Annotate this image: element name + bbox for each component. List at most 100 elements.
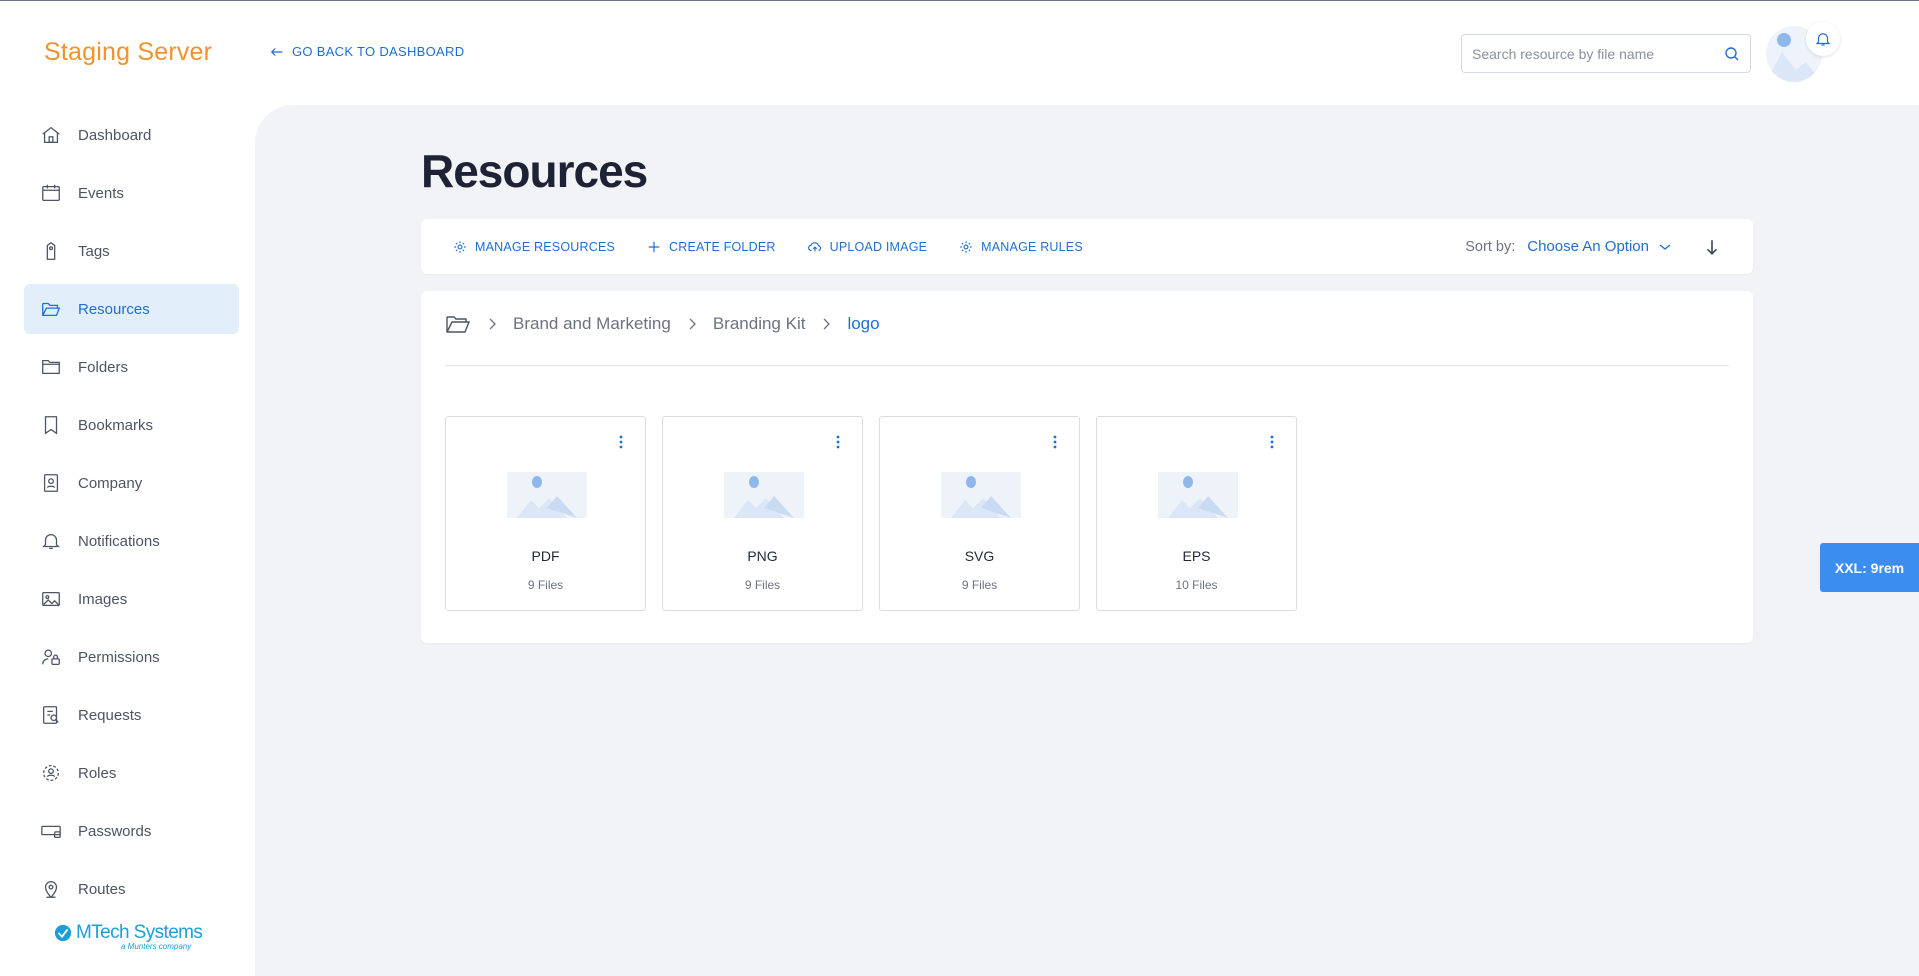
- search-icon[interactable]: [1724, 46, 1740, 62]
- page-title: Resources: [421, 145, 648, 197]
- more-vertical-icon[interactable]: [615, 433, 627, 451]
- chevron-right-icon: [689, 318, 696, 330]
- sidebar-item-passwords[interactable]: Passwords: [24, 806, 239, 856]
- breadcrumb: Brand and Marketing Branding Kit logo: [445, 313, 880, 335]
- logo-tagline: a Munters company: [121, 942, 192, 951]
- sidebar-nav: Dashboard Events Tags Resources Folders …: [24, 110, 239, 922]
- app-title: Staging Server: [44, 38, 213, 66]
- breakpoint-debug-badge: XXL: 9rem: [1820, 543, 1919, 592]
- gear-icon: [454, 240, 466, 253]
- chevron-down-icon: [1659, 243, 1671, 250]
- chevron-right-icon: [489, 318, 496, 330]
- more-vertical-icon[interactable]: [1049, 433, 1061, 451]
- folder-grid: PDF 9 Files PNG 9 Files SVG 9 Files EPS …: [445, 416, 1297, 611]
- cloud-upload-icon: [807, 241, 821, 251]
- folder-icon: [42, 359, 60, 375]
- bell-icon: [1815, 33, 1831, 46]
- sidebar-item-tags[interactable]: Tags: [24, 226, 239, 276]
- bookmark-icon: [44, 416, 58, 435]
- sidebar-item-label: Events: [78, 184, 124, 202]
- sidebar-item-routes[interactable]: Routes: [24, 864, 239, 914]
- sidebar-item-notifications[interactable]: Notifications: [24, 516, 239, 566]
- top-border: [0, 0, 1919, 1]
- sidebar-item-dashboard[interactable]: Dashboard: [24, 110, 239, 160]
- back-to-dashboard-link[interactable]: GO BACK TO DASHBOARD: [270, 44, 464, 59]
- manage-rules-button[interactable]: MANAGE RULES: [959, 240, 1083, 254]
- tag-icon: [46, 241, 56, 260]
- sidebar-item-requests[interactable]: Requests: [24, 690, 239, 740]
- mtech-logo: MTech Systems a Munters company: [54, 922, 203, 951]
- create-folder-button[interactable]: CREATE FOLDER: [647, 240, 776, 254]
- search-box: [1461, 34, 1751, 73]
- more-vertical-icon[interactable]: [832, 433, 844, 451]
- resources-toolbar: MANAGE RESOURCES CREATE FOLDER UPLOAD IM…: [421, 219, 1753, 274]
- sort-select[interactable]: Choose An Option: [1527, 238, 1673, 255]
- folder-name: PNG: [747, 548, 778, 564]
- back-link-label: GO BACK TO DASHBOARD: [292, 44, 465, 59]
- gear-icon: [960, 240, 972, 253]
- folder-card[interactable]: PNG 9 Files: [662, 416, 863, 611]
- sidebar-item-company[interactable]: Company: [24, 458, 239, 508]
- sidebar-item-label: Notifications: [78, 532, 160, 550]
- sort-select-value: Choose An Option: [1527, 238, 1649, 255]
- sidebar-item-label: Images: [78, 590, 128, 608]
- sidebar-item-bookmarks[interactable]: Bookmarks: [24, 400, 239, 450]
- breadcrumb-item[interactable]: Brand and Marketing: [513, 314, 671, 334]
- divider: [445, 365, 1729, 366]
- search-input[interactable]: [1472, 45, 1724, 62]
- image-placeholder-icon: [941, 472, 1021, 518]
- folder-file-count: 9 Files: [744, 578, 781, 592]
- sidebar-item-label: Folders: [78, 358, 129, 376]
- sidebar-item-label: Tags: [78, 242, 110, 260]
- user-lock-icon: [42, 649, 60, 665]
- resources-panel: Brand and Marketing Branding Kit logo PD…: [421, 291, 1753, 643]
- folder-card[interactable]: PDF 9 Files: [445, 416, 646, 611]
- home-icon: [42, 126, 60, 143]
- image-placeholder-icon: [724, 472, 804, 518]
- manage-rules-label: MANAGE RULES: [981, 239, 1083, 254]
- sidebar-item-roles[interactable]: Roles: [24, 748, 239, 798]
- folder-card[interactable]: EPS 10 Files: [1096, 416, 1297, 611]
- sidebar-item-label: Passwords: [78, 822, 152, 840]
- breadcrumb-current: logo: [847, 314, 880, 333]
- manage-resources-label: MANAGE RESOURCES: [475, 239, 616, 254]
- more-vertical-icon[interactable]: [1266, 433, 1278, 451]
- folder-card[interactable]: SVG 9 Files: [879, 416, 1080, 611]
- calendar-icon: [42, 184, 60, 201]
- sidebar-item-resources[interactable]: Resources: [24, 284, 239, 334]
- image-placeholder-icon: [507, 472, 587, 518]
- upload-image-label: UPLOAD IMAGE: [829, 239, 928, 254]
- logo-name: MTech Systems: [76, 922, 203, 943]
- sidebar-item-label: Roles: [78, 764, 117, 782]
- create-folder-label: CREATE FOLDER: [669, 239, 776, 254]
- id-badge-icon: [43, 474, 59, 492]
- folder-name: SVG: [964, 548, 995, 564]
- sidebar-item-label: Bookmarks: [78, 416, 154, 434]
- sidebar-item-label: Routes: [78, 880, 126, 898]
- sort-direction-arrow-icon[interactable]: [1703, 238, 1721, 256]
- map-pin-icon: [44, 881, 58, 899]
- sort-label: Sort by:: [1465, 238, 1516, 255]
- sidebar-item-label: Dashboard: [78, 126, 152, 144]
- folder-open-icon[interactable]: [445, 313, 471, 335]
- bell-icon: [42, 534, 60, 549]
- sort-control: Sort by: Choose An Option: [1465, 238, 1721, 256]
- manage-resources-button[interactable]: MANAGE RESOURCES: [453, 240, 615, 254]
- folder-name: EPS: [1182, 548, 1211, 564]
- folder-open-icon: [42, 302, 61, 317]
- sidebar-item-events[interactable]: Events: [24, 168, 239, 218]
- sidebar-item-label: Resources: [78, 300, 150, 318]
- sidebar-item-label: Permissions: [78, 648, 160, 666]
- folder-file-count: 9 Files: [961, 578, 998, 592]
- breadcrumb-item[interactable]: Branding Kit: [713, 314, 806, 334]
- sidebar-item-folders[interactable]: Folders: [24, 342, 239, 392]
- folder-name: PDF: [531, 548, 560, 564]
- sidebar-item-images[interactable]: Images: [24, 574, 239, 624]
- request-icon: [43, 706, 59, 724]
- arrow-left-icon: [270, 47, 283, 56]
- upload-image-button[interactable]: UPLOAD IMAGE: [807, 239, 928, 254]
- image-placeholder-icon: [1158, 472, 1238, 518]
- notifications-button[interactable]: [1806, 22, 1840, 56]
- sidebar-item-label: Company: [78, 474, 143, 492]
- sidebar-item-permissions[interactable]: Permissions: [24, 632, 239, 682]
